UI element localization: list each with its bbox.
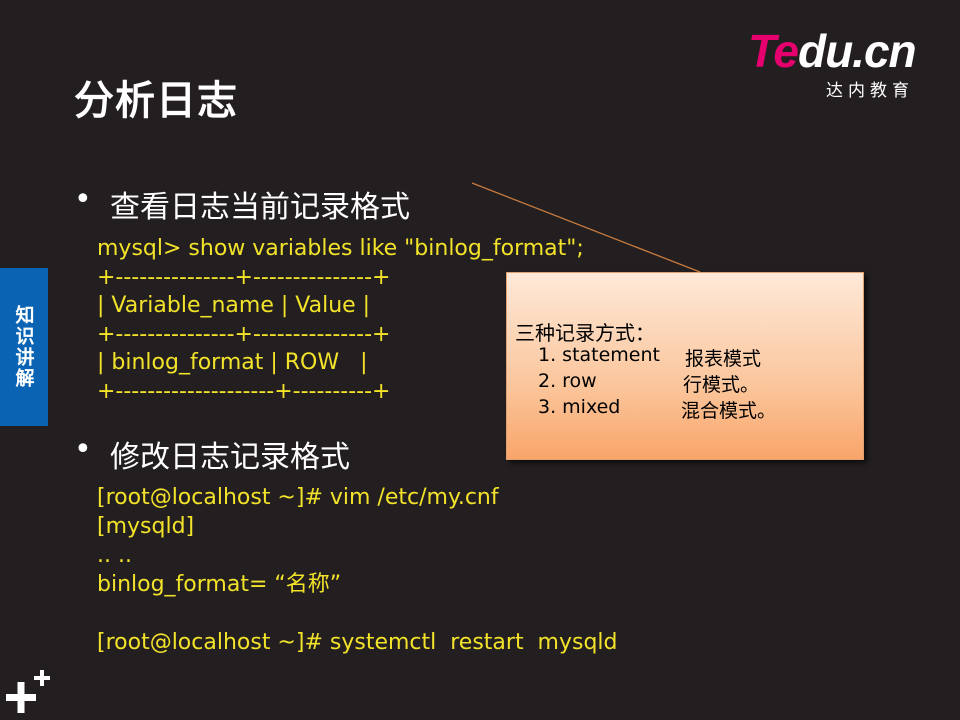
side-tab-label: 知识讲解 — [12, 305, 35, 389]
code-line: [mysqld] — [97, 514, 195, 539]
side-tab: 知识讲解 — [0, 268, 48, 426]
callout-heading: 三种记录方式： — [515, 321, 655, 345]
bullet-dot: • — [74, 432, 92, 467]
code-line: .. .. — [97, 543, 132, 568]
logo-tagline: 达内教育 — [826, 81, 914, 101]
plus-plus-icon — [6, 670, 50, 713]
slide-title: 分析日志 — [74, 78, 238, 124]
code-line: mysql> show variables like "binlog_forma… — [97, 236, 584, 261]
callout-item-desc: 报表模式 — [685, 348, 762, 370]
bullet-text: 修改日志记录格式 — [110, 440, 350, 475]
logo-wordmark-rest: du.cn — [797, 25, 917, 77]
code-line: [root@localhost ~]# vim /etc/my.cnf — [97, 485, 499, 510]
callout-item-name: 3. mixed — [538, 396, 621, 418]
bullet-dot: • — [74, 182, 92, 217]
callout-item-name: 2. row — [538, 370, 597, 392]
code-line: [root@localhost ~]# systemctl restart my… — [97, 630, 618, 655]
callout-item-desc: 混合模式。 — [681, 400, 777, 422]
code-block-edit-config: [root@localhost ~]# vim /etc/my.cnf [mys… — [97, 483, 618, 657]
callout-item-desc: 行模式。 — [683, 374, 760, 396]
logo-wordmark: Tedu.cn — [748, 25, 917, 77]
tedu-logo: Tedu.cn 达内教育 — [748, 26, 938, 106]
code-line: binlog_format= “名称” — [97, 572, 342, 597]
bullet-text: 查看日志当前记录格式 — [110, 190, 410, 225]
callout-box: 三种记录方式： 1. statement 报表模式 2. row 行模式。 3.… — [506, 272, 864, 460]
logo-wordmark-accent: Te — [748, 25, 799, 77]
callout-item-name: 1. statement — [538, 344, 660, 366]
